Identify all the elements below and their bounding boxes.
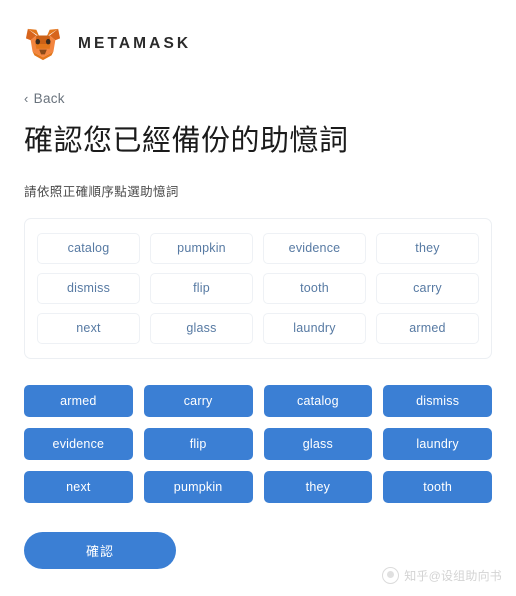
pool-word-button[interactable]: pumpkin <box>143 470 253 503</box>
selected-word-chip[interactable]: evidence <box>263 232 366 264</box>
selected-word-chip[interactable]: armed <box>376 312 479 344</box>
brand-header: METAMASK <box>24 0 492 67</box>
watermark: 知乎@设组助向书 <box>382 567 502 584</box>
pool-word-button[interactable]: glass <box>263 427 373 460</box>
pool-word-button[interactable]: carry <box>143 384 253 417</box>
brand-name: METAMASK <box>78 35 192 53</box>
selected-word-chip[interactable]: next <box>37 312 140 344</box>
confirm-row: 確認 <box>24 531 492 569</box>
pool-word-button[interactable]: flip <box>143 427 253 460</box>
pool-word-button[interactable]: armed <box>24 384 133 417</box>
metamask-fox-icon <box>25 28 61 61</box>
word-pool-grid: armed carry catalog dismiss evidence fli… <box>24 384 492 503</box>
metamask-confirm-seed-page: METAMASK ‹ Back 確認您已經備份的助憶詞 請依照正確順序點選助憶詞… <box>0 0 516 596</box>
back-button-label: Back <box>33 91 65 106</box>
pool-word-button[interactable]: they <box>263 470 373 503</box>
pool-word-button[interactable]: dismiss <box>383 384 492 417</box>
pool-word-button[interactable]: laundry <box>383 427 492 460</box>
selected-word-chip[interactable]: flip <box>150 272 253 304</box>
pool-word-button[interactable]: catalog <box>263 384 373 417</box>
selected-word-chip[interactable]: they <box>376 232 479 264</box>
page-subtitle: 請依照正確順序點選助憶詞 <box>24 184 179 199</box>
pool-word-button[interactable]: next <box>24 470 133 503</box>
selected-word-chip[interactable]: laundry <box>263 312 366 344</box>
confirm-button[interactable]: 確認 <box>24 531 176 569</box>
page-title: 確認您已經備份的助憶詞 <box>24 125 349 157</box>
selected-words-panel: catalog pumpkin evidence they dismiss fl… <box>24 217 492 359</box>
selected-word-chip[interactable]: carry <box>376 272 479 304</box>
chevron-left-icon: ‹ <box>24 91 29 106</box>
selected-words-grid: catalog pumpkin evidence they dismiss fl… <box>37 232 479 344</box>
back-button[interactable]: ‹ Back <box>24 91 65 106</box>
pool-word-button[interactable]: tooth <box>383 470 492 503</box>
selected-word-chip[interactable]: catalog <box>37 232 140 264</box>
selected-word-chip[interactable]: pumpkin <box>150 232 253 264</box>
pool-word-button[interactable]: evidence <box>24 427 133 460</box>
watermark-text: 知乎@设组助向书 <box>404 569 502 583</box>
selected-word-chip[interactable]: glass <box>150 312 253 344</box>
user-avatar-icon <box>382 567 400 584</box>
selected-word-chip[interactable]: tooth <box>263 272 366 304</box>
selected-word-chip[interactable]: dismiss <box>37 272 140 304</box>
